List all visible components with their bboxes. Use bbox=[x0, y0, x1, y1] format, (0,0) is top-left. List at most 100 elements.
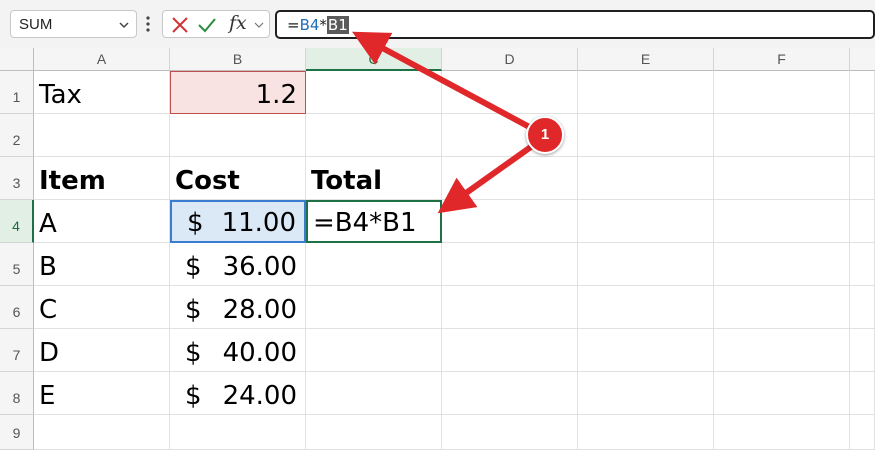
cell-d6[interactable] bbox=[442, 286, 578, 329]
cell-b2[interactable] bbox=[170, 114, 306, 157]
cell-a5[interactable]: B bbox=[34, 243, 170, 286]
column-header-g[interactable] bbox=[850, 48, 875, 71]
column-title: Item bbox=[39, 166, 106, 196]
row-header-3[interactable]: 3 bbox=[0, 157, 34, 200]
cell-g5[interactable] bbox=[850, 243, 875, 286]
cell-c7[interactable] bbox=[306, 329, 442, 372]
cell-f6[interactable] bbox=[714, 286, 850, 329]
column-header-d[interactable]: D bbox=[442, 48, 578, 71]
cell-e5[interactable] bbox=[578, 243, 714, 286]
column-header-b[interactable]: B bbox=[170, 48, 306, 71]
cell-f9[interactable] bbox=[714, 415, 850, 450]
cell-g3[interactable] bbox=[850, 157, 875, 200]
cell-a1[interactable]: Tax bbox=[34, 71, 170, 114]
row-header-5[interactable]: 5 bbox=[0, 243, 34, 286]
cell-a7[interactable]: D bbox=[34, 329, 170, 372]
cell-d4[interactable] bbox=[442, 200, 578, 243]
name-box[interactable]: SUM bbox=[10, 10, 137, 38]
cell-e6[interactable] bbox=[578, 286, 714, 329]
row-header-4[interactable]: 4 bbox=[0, 200, 34, 243]
cell-g2[interactable] bbox=[850, 114, 875, 157]
cell-c8[interactable] bbox=[306, 372, 442, 415]
cell-d3[interactable] bbox=[442, 157, 578, 200]
cell-a6[interactable]: C bbox=[34, 286, 170, 329]
cell-g8[interactable] bbox=[850, 372, 875, 415]
formula-input[interactable]: =B4*B1 bbox=[275, 10, 875, 39]
cell-b5[interactable]: $36.00 bbox=[170, 243, 306, 286]
item-name: C bbox=[39, 295, 58, 325]
cell-a3[interactable]: Item bbox=[34, 157, 170, 200]
cell-d1[interactable] bbox=[442, 71, 578, 114]
row-header-8[interactable]: 8 bbox=[0, 372, 34, 415]
cell-d9[interactable] bbox=[442, 415, 578, 450]
cell-g1[interactable] bbox=[850, 71, 875, 114]
cell-a8[interactable]: E bbox=[34, 372, 170, 415]
callout-badge: 1 bbox=[526, 116, 564, 154]
cost-value: 28.00 bbox=[222, 295, 297, 325]
cell-e9[interactable] bbox=[578, 415, 714, 450]
cell-c4[interactable]: =B4*B1 bbox=[306, 200, 442, 243]
cell-g6[interactable] bbox=[850, 286, 875, 329]
cell-b8[interactable]: $24.00 bbox=[170, 372, 306, 415]
row-header-7[interactable]: 7 bbox=[0, 329, 34, 372]
row-number: 4 bbox=[12, 218, 20, 234]
cost-value: 36.00 bbox=[222, 252, 297, 282]
item-name: A bbox=[39, 209, 57, 239]
chevron-down-icon[interactable] bbox=[253, 19, 265, 31]
select-all-corner[interactable] bbox=[0, 48, 34, 71]
cell-d7[interactable] bbox=[442, 329, 578, 372]
cell-a2[interactable] bbox=[34, 114, 170, 157]
cell-f5[interactable] bbox=[714, 243, 850, 286]
cell-f3[interactable] bbox=[714, 157, 850, 200]
enter-check-icon[interactable] bbox=[197, 16, 217, 34]
row-number: 6 bbox=[12, 304, 21, 320]
formula-token: B1 bbox=[326, 16, 349, 34]
row-header-2[interactable]: 2 bbox=[0, 114, 34, 157]
cell-e7[interactable] bbox=[578, 329, 714, 372]
cell-e8[interactable] bbox=[578, 372, 714, 415]
cell-d8[interactable] bbox=[442, 372, 578, 415]
insert-function-icon[interactable]: fx bbox=[229, 12, 247, 34]
currency-symbol: $ bbox=[185, 295, 202, 325]
cell-b4[interactable]: $11.00 bbox=[170, 200, 306, 243]
cell-b9[interactable] bbox=[170, 415, 306, 450]
cell-c3[interactable]: Total bbox=[306, 157, 442, 200]
cell-a4[interactable]: A bbox=[34, 200, 170, 243]
cell-d5[interactable] bbox=[442, 243, 578, 286]
cell-e4[interactable] bbox=[578, 200, 714, 243]
cell-f8[interactable] bbox=[714, 372, 850, 415]
row-header-6[interactable]: 6 bbox=[0, 286, 34, 329]
formula-bar-row: SUM fx =B4*B1 bbox=[0, 0, 875, 48]
cell-f7[interactable] bbox=[714, 329, 850, 372]
cell-g7[interactable] bbox=[850, 329, 875, 372]
cell-g9[interactable] bbox=[850, 415, 875, 450]
cell-b7[interactable]: $40.00 bbox=[170, 329, 306, 372]
cell-f4[interactable] bbox=[714, 200, 850, 243]
cell-a9[interactable] bbox=[34, 415, 170, 450]
cancel-icon[interactable] bbox=[171, 16, 189, 34]
cell-e1[interactable] bbox=[578, 71, 714, 114]
cell-b1[interactable]: 1.2 bbox=[170, 71, 306, 114]
cell-b6[interactable]: $28.00 bbox=[170, 286, 306, 329]
cell-e2[interactable] bbox=[578, 114, 714, 157]
cell-c6[interactable] bbox=[306, 286, 442, 329]
cell-c9[interactable] bbox=[306, 415, 442, 450]
cell-c2[interactable] bbox=[306, 114, 442, 157]
cell-f1[interactable] bbox=[714, 71, 850, 114]
currency-symbol: $ bbox=[185, 252, 202, 282]
column-header-a[interactable]: A bbox=[34, 48, 170, 71]
cell-b3[interactable]: Cost bbox=[170, 157, 306, 200]
more-options-icon[interactable] bbox=[145, 14, 151, 34]
cell-g4[interactable] bbox=[850, 200, 875, 243]
cell-c1[interactable] bbox=[306, 71, 442, 114]
chevron-down-icon[interactable] bbox=[118, 19, 130, 31]
column-header-f[interactable]: F bbox=[714, 48, 850, 71]
cell-c5[interactable] bbox=[306, 243, 442, 286]
cell-e3[interactable] bbox=[578, 157, 714, 200]
formula-token: B4 bbox=[299, 16, 320, 34]
cell-f2[interactable] bbox=[714, 114, 850, 157]
column-header-e[interactable]: E bbox=[578, 48, 714, 71]
column-header-c[interactable]: C bbox=[306, 48, 442, 71]
row-header-9[interactable]: 9 bbox=[0, 415, 34, 450]
row-header-1[interactable]: 1 bbox=[0, 71, 34, 114]
